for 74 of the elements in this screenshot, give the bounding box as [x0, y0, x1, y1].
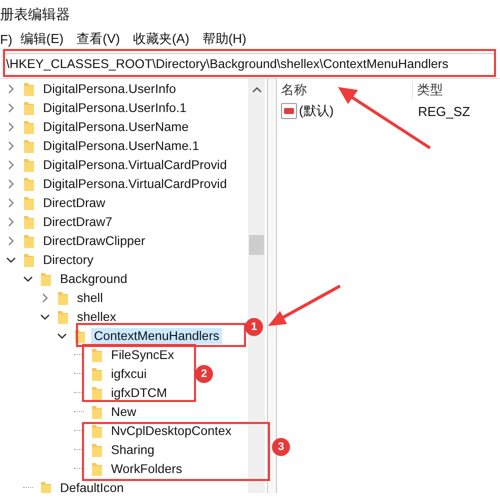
tree-item[interactable]: DigitalPersona.VirtualCardProvid — [40, 176, 230, 192]
folder-icon — [23, 100, 35, 116]
tree-item[interactable]: WorkFolders — [108, 460, 186, 476]
menu-item[interactable]: 查看(V) — [76, 30, 120, 48]
folder-icon — [40, 480, 52, 493]
folder-icon — [23, 194, 35, 210]
value-type: REG_SZ — [417, 104, 470, 118]
tree-item[interactable]: Directory — [40, 252, 96, 268]
tree-item[interactable]: DirectDrawClipper — [40, 232, 148, 248]
window-title: 册表编辑器 — [0, 5, 71, 24]
number-badge: 3 — [272, 438, 290, 456]
expand-chevron-icon[interactable] — [6, 122, 16, 132]
tree-item[interactable]: DigitalPersona.UserName — [40, 118, 192, 134]
folder-icon — [91, 422, 103, 438]
expand-chevron-icon[interactable] — [6, 160, 16, 170]
tree-item[interactable]: DigitalPersona.UserName.1 — [40, 138, 202, 154]
menu-item[interactable]: F) — [0, 32, 12, 46]
folder-icon — [40, 270, 52, 286]
tree-item[interactable]: shellex — [74, 308, 120, 324]
collapse-chevron-icon[interactable] — [40, 312, 50, 322]
expand-chevron-icon[interactable] — [6, 140, 16, 150]
tree-item[interactable]: DirectDraw — [40, 194, 108, 210]
folder-icon — [23, 138, 35, 154]
menu-item[interactable]: 帮助(H) — [202, 30, 246, 48]
folder-icon — [91, 460, 103, 476]
expand-chevron-icon[interactable] — [6, 216, 16, 226]
address-field[interactable]: \HKEY_CLASSES_ROOT\Directory\Background\shellex\ContextMenuHandlers — [4, 53, 494, 74]
tree-item[interactable]: NvCplDesktopContex — [108, 422, 234, 438]
tree-item[interactable]: shell — [74, 290, 106, 306]
column-header[interactable]: 类型 — [413, 81, 443, 99]
folder-icon — [23, 214, 35, 230]
expand-chevron-icon[interactable] — [6, 198, 16, 208]
folder-icon — [91, 346, 103, 362]
number-badge: 2 — [195, 365, 213, 383]
tree-item[interactable]: Background — [57, 270, 130, 286]
tree-item[interactable]: DigitalPersona.UserInfo.1 — [40, 100, 190, 116]
collapse-chevron-icon[interactable] — [6, 254, 16, 264]
folder-icon — [23, 176, 35, 192]
expand-chevron-icon[interactable] — [6, 102, 16, 112]
tree-item[interactable]: ContextMenuHandlers — [91, 328, 222, 344]
folder-icon — [23, 232, 35, 248]
folder-icon — [91, 404, 103, 420]
scrollbar[interactable] — [248, 79, 265, 493]
scrollbar-thumb[interactable] — [249, 235, 264, 255]
tree-item[interactable]: DefaultIcon — [57, 480, 127, 493]
pane-splitter[interactable] — [267, 79, 277, 493]
tree-item[interactable]: Sharing — [108, 442, 158, 458]
folder-icon — [91, 366, 103, 382]
folder-icon — [23, 118, 35, 134]
collapse-chevron-icon[interactable] — [57, 330, 67, 340]
folder-icon — [23, 80, 35, 96]
expand-chevron-icon[interactable] — [6, 236, 16, 246]
tree-item[interactable]: igfxcui — [108, 366, 150, 382]
value-name[interactable]: (默认) — [299, 102, 334, 120]
folder-icon — [91, 442, 103, 458]
tree-item[interactable]: DigitalPersona.UserInfo — [40, 80, 179, 96]
folder-icon — [57, 290, 69, 306]
folder-icon — [57, 308, 69, 324]
tree-item[interactable]: DigitalPersona.VirtualCardProvid — [40, 156, 230, 172]
folder-icon — [91, 384, 103, 400]
string-value-icon — [281, 103, 297, 119]
menu-item[interactable]: 收藏夹(A) — [132, 30, 190, 48]
folder-icon — [23, 156, 35, 172]
expand-chevron-icon[interactable] — [6, 84, 16, 94]
tree-item[interactable]: New — [108, 404, 140, 420]
collapse-chevron-icon[interactable] — [23, 274, 33, 284]
expand-chevron-icon[interactable] — [6, 178, 16, 188]
expand-chevron-icon[interactable] — [40, 292, 50, 302]
tree-item[interactable]: igfxDTCM — [108, 384, 170, 400]
tree-item[interactable]: DirectDraw7 — [40, 214, 116, 230]
tree-item[interactable]: FileSyncEx — [108, 346, 177, 362]
menu-item[interactable]: 编辑(E) — [20, 30, 64, 48]
folder-icon — [23, 252, 35, 268]
scroll-up-icon[interactable] — [252, 87, 262, 93]
